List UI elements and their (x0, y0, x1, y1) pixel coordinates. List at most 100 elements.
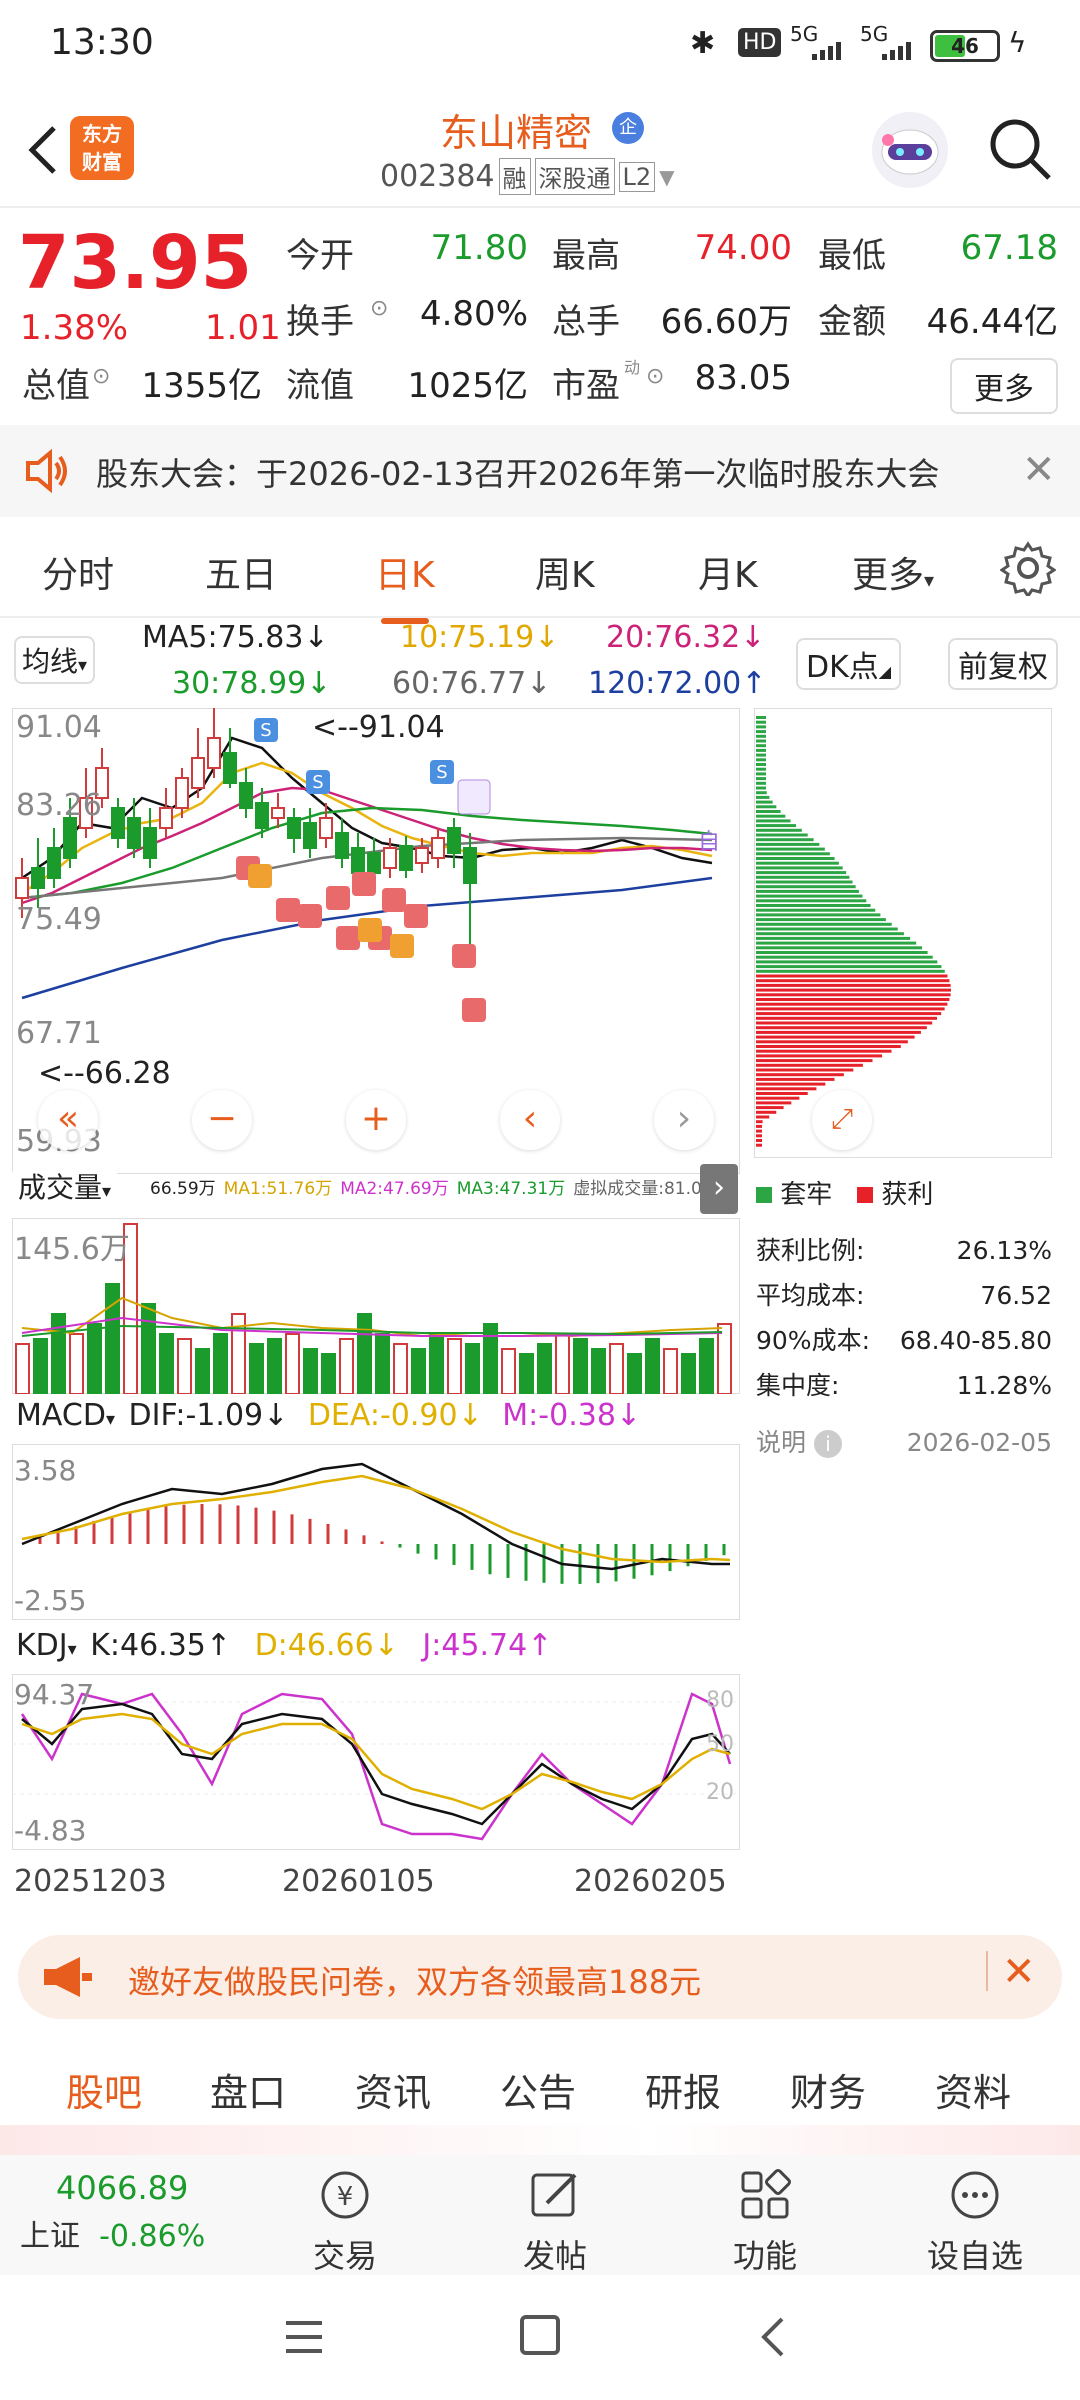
sell-marker-2-text: S (312, 772, 323, 793)
candle-body (255, 802, 269, 829)
pe-dynamic-sup: 动 (624, 358, 641, 377)
candle-body (223, 752, 237, 784)
adjust-button[interactable]: 前复权 (948, 638, 1058, 690)
back-icon[interactable] (18, 120, 68, 180)
volume-bar (411, 1348, 426, 1394)
chip-bar (756, 838, 814, 842)
tab-profile[interactable]: 资料 (935, 2062, 1011, 2117)
tab-daily-k[interactable]: 日K (375, 546, 435, 598)
tab-intraday[interactable]: 分时 (42, 546, 114, 598)
tab-5day[interactable]: 五日 (205, 546, 277, 598)
sell-marker-1-text: S (260, 720, 271, 741)
notice-bar[interactable]: 股东大会：于2026-02-13召开2026年第一次临时股东大会 ✕ (0, 425, 1080, 517)
ma30-label: 30:78.99↓ (172, 666, 332, 701)
tab-forum[interactable]: 股吧 (66, 2062, 142, 2117)
ma-selector-caret-icon: ▾ (78, 655, 88, 676)
volume-bar (627, 1353, 642, 1394)
ma-selector[interactable]: 均线▾ (14, 636, 96, 684)
collapse-arrow-icon[interactable]: › (700, 1164, 738, 1214)
volume-bar (483, 1323, 498, 1394)
candle-body (31, 867, 45, 889)
candle-body (47, 847, 61, 879)
candle-body (367, 852, 381, 874)
tab-research[interactable]: 研报 (645, 2062, 721, 2117)
home-icon[interactable] (520, 2315, 560, 2355)
macd-chart (12, 1444, 740, 1620)
index-ticker[interactable]: 4066.89 上证 -0.86% (20, 2169, 250, 2255)
tab-news[interactable]: 资讯 (355, 2062, 431, 2117)
tab-announcement[interactable]: 公告 (500, 2062, 576, 2117)
chip-bar (756, 828, 802, 832)
turnover-info-icon[interactable]: ⊙ (370, 296, 388, 321)
legend-trapped: 套牢 (780, 1180, 833, 1210)
price-tick-2: 83.26 (16, 788, 102, 823)
chip-bar (756, 861, 839, 865)
chip-stat-90: 90%成本: 68.40-85.80 (756, 1318, 1052, 1363)
more-button[interactable]: 更多 (950, 358, 1058, 414)
menu-icon[interactable] (282, 2317, 326, 2357)
ma5-text: MA5:75.83 (142, 620, 304, 655)
search-icon[interactable] (985, 114, 1055, 184)
buy-marker-5 (352, 872, 376, 896)
ma30-text: 30:78.99 (172, 666, 307, 701)
volume-bar (447, 1338, 462, 1394)
kdj-selector[interactable]: KDJ▾ (12, 1628, 81, 1663)
chip-bar (756, 951, 928, 954)
expand-icon[interactable]: ⤢ (812, 1090, 872, 1150)
banner-divider (986, 1951, 988, 1991)
tab-more-caret-icon: ▾ (924, 568, 935, 592)
volume-bar (609, 1343, 624, 1394)
post-button[interactable]: 发帖 (485, 2167, 625, 2277)
settings-gear-icon[interactable] (999, 540, 1057, 599)
tab-monthly-k[interactable]: 月K (698, 546, 758, 598)
low-price-label: <--66.28 (38, 1056, 171, 1091)
chip-bar (756, 725, 766, 729)
volume-bar (159, 1333, 174, 1394)
chip-bar (756, 1087, 817, 1091)
tab-orderbook[interactable]: 盘口 (210, 2062, 286, 2117)
banner-close-icon[interactable]: ✕ (1002, 1949, 1036, 1995)
stock-code-row[interactable]: 002384 融 深股通 L2 ▼ (380, 158, 675, 195)
total-value-info-icon[interactable]: ⊙ (92, 364, 110, 389)
volume-selector[interactable]: 成交量▾ (12, 1166, 118, 1206)
volume-info: 66.59万 MA1:51.76万 MA2:47.69万 MA3:47.31万 … (150, 1174, 730, 1199)
chip-bar (756, 922, 892, 926)
zoom-in-icon[interactable]: + (346, 1090, 406, 1150)
volume-bar (429, 1333, 444, 1394)
rewind-icon[interactable]: « (38, 1090, 98, 1150)
zoom-out-icon[interactable]: − (192, 1090, 252, 1150)
chip-bar (756, 993, 951, 997)
tab-weekly-k[interactable]: 周K (535, 546, 595, 598)
close-icon[interactable]: ✕ (1022, 447, 1056, 493)
prev-icon[interactable]: ‹ (500, 1090, 560, 1150)
macd-selector[interactable]: MACD▾ (12, 1398, 119, 1433)
function-button[interactable]: 功能 (695, 2167, 835, 2277)
t-marker-2 (358, 918, 382, 942)
chip-bar (756, 1012, 942, 1016)
self-marker[interactable] (457, 779, 491, 815)
add-watchlist-button[interactable]: 设自选 (905, 2167, 1045, 2277)
candle-body (111, 807, 125, 839)
dk-point-button[interactable]: DK点◢ (796, 638, 902, 690)
tab-finance[interactable]: 财务 (790, 2062, 866, 2117)
tab-more[interactable]: 更多▾ (852, 546, 934, 598)
macd-selector-label: MACD (16, 1398, 106, 1433)
kdj-d-text: D:46.66 (254, 1628, 374, 1663)
status-bar: 13:30 ✱ HD 5G 5G 46 ϟ (0, 0, 1080, 92)
macd-tick-top: 3.58 (14, 1454, 77, 1487)
volume-bar (717, 1323, 732, 1394)
promo-banner[interactable]: 邀好友做股民问卷，双方各领最高188元 ✕ (18, 1935, 1062, 2019)
battery-icon: 46 (930, 30, 1000, 62)
back-nav-icon[interactable] (754, 2313, 794, 2361)
volume-bar (267, 1338, 282, 1394)
pe-info-icon[interactable]: ⊙ (646, 364, 664, 389)
index-change: -0.86% (99, 2219, 206, 2254)
robot-assistant-icon[interactable] (872, 112, 948, 188)
trade-label: 交易 (312, 2237, 377, 2275)
trade-button[interactable]: ¥ 交易 (275, 2167, 415, 2277)
volume-selector-label: 成交量 (18, 1171, 103, 1204)
chip-note-row[interactable]: 说明 i 2026-02-05 (756, 1420, 1052, 1465)
next-icon[interactable]: › (654, 1090, 714, 1150)
chip-bar (756, 913, 881, 917)
chip-bar (756, 1021, 933, 1025)
